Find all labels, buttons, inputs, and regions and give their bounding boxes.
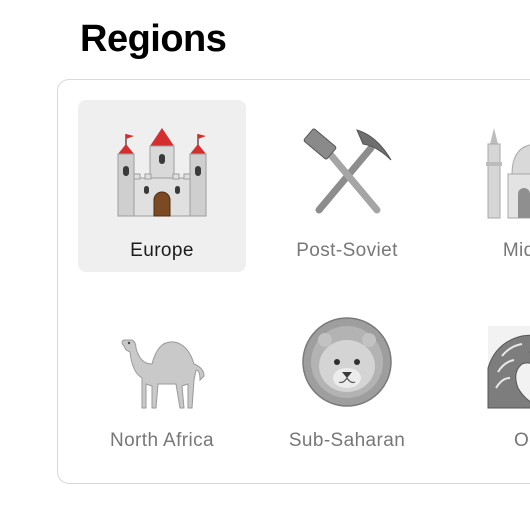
region-label-oce: Oce — [513, 430, 530, 451]
region-label-middle: Middle — [502, 240, 530, 261]
hammer-and-pick-icon — [297, 122, 397, 222]
region-tile-sub-saharan[interactable]: Sub-Saharan — [263, 290, 431, 462]
region-tile-post-soviet[interactable]: Post-Soviet — [263, 100, 431, 272]
region-tile-oce[interactable]: Oce — [448, 290, 530, 462]
region-label-sub-saharan: Sub-Saharan — [288, 430, 406, 451]
region-tile-europe[interactable]: Europe — [78, 100, 246, 272]
castle-icon — [112, 122, 212, 222]
region-label-north-africa: North Africa — [109, 430, 215, 451]
region-tile-middle[interactable]: Middle — [448, 100, 530, 272]
page-title: Regions — [80, 18, 227, 60]
region-tile-north-africa[interactable]: North Africa — [78, 290, 246, 462]
wave-icon — [482, 312, 530, 412]
regions-page: Regions Europe Post-Soviet Mid North Afr… — [0, 0, 530, 530]
lion-icon — [297, 312, 397, 412]
region-label-europe: Europe — [130, 240, 194, 261]
camel-icon — [112, 312, 212, 412]
regions-panel: Europe Post-Soviet Mid North Africa Sub-… — [57, 79, 530, 484]
region-label-post-soviet: Post-Soviet — [296, 240, 398, 261]
mosque-icon — [482, 122, 530, 222]
